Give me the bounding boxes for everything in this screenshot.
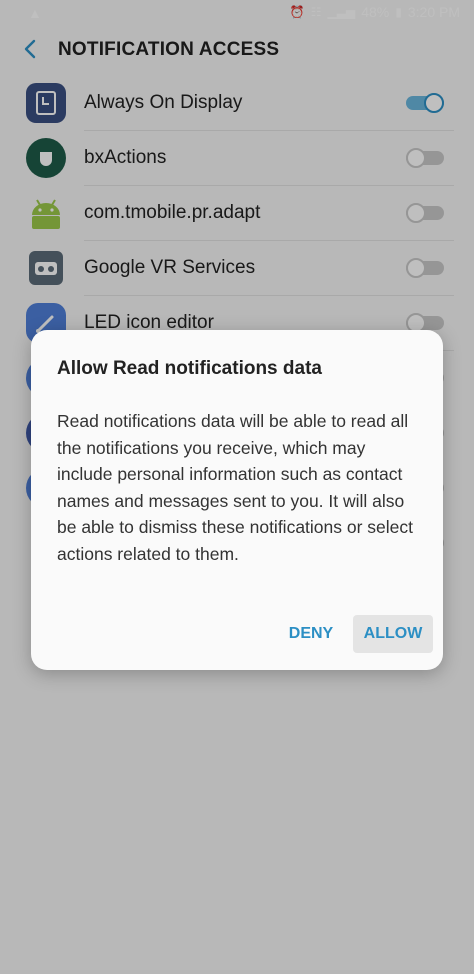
deny-button[interactable]: DENY — [281, 615, 341, 653]
dialog-title: Allow Read notifications data — [57, 358, 322, 379]
allow-button[interactable]: ALLOW — [353, 615, 433, 653]
permission-dialog: Allow Read notifications data Read notif… — [31, 330, 443, 670]
dialog-message: Read notifications data will be able to … — [57, 411, 414, 564]
